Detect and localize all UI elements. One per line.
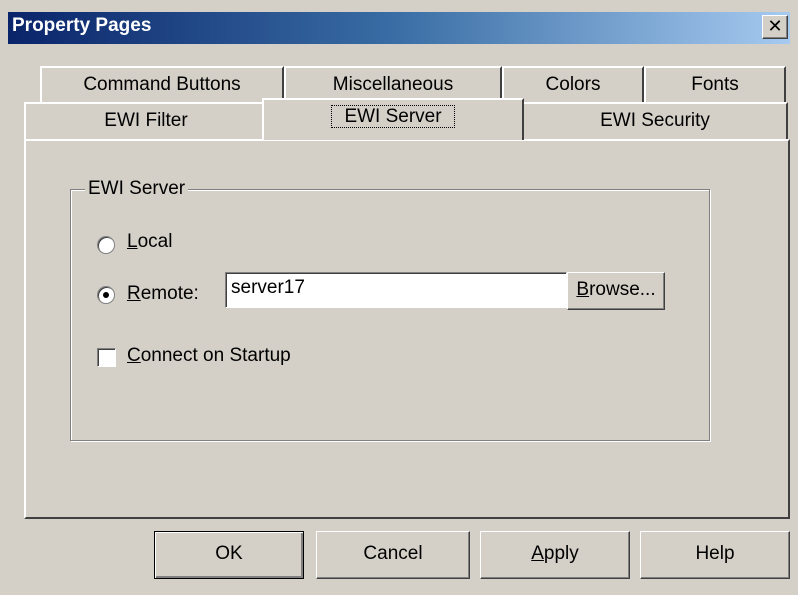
close-button[interactable]: ✕ (762, 15, 788, 39)
label-rest: rowse... (589, 279, 656, 300)
window-title: Property Pages (12, 15, 152, 36)
tab-label: EWI Security (600, 110, 710, 131)
tab-command-buttons[interactable]: Command Buttons (40, 66, 284, 104)
tab-label: Colors (545, 74, 601, 95)
tab-label: EWI Filter (104, 110, 188, 131)
label-rest: onnect on Startup (140, 345, 291, 366)
tab-label: Command Buttons (83, 74, 241, 95)
apply-button[interactable]: Apply (480, 531, 630, 579)
title-bar[interactable]: Property Pages ✕ (8, 12, 790, 44)
remote-label[interactable]: Remote: (127, 283, 199, 305)
browse-button[interactable]: Browse... (567, 272, 665, 310)
local-radio[interactable] (97, 236, 115, 254)
mnemonic: R (127, 283, 141, 304)
label-rest: emote: (140, 283, 199, 304)
ewi-server-groupbox: EWI Server Local Remote: server17 Browse… (70, 178, 710, 441)
connect-on-startup-checkbox[interactable] (97, 348, 116, 367)
remote-radio[interactable] (97, 286, 115, 304)
local-label[interactable]: Local (127, 231, 172, 253)
mnemonic: C (127, 345, 141, 366)
connect-on-startup-label[interactable]: Connect on Startup (127, 345, 291, 367)
tab-ewi-filter[interactable]: EWI Filter (24, 102, 268, 140)
remote-server-input[interactable]: server17 (225, 272, 567, 308)
cancel-button[interactable]: Cancel (316, 531, 470, 579)
tab-label: Miscellaneous (332, 74, 454, 95)
tab-ewi-security[interactable]: EWI Security (522, 102, 788, 140)
label-rest: pply (543, 543, 579, 564)
tab-label: Fonts (691, 74, 739, 95)
property-pages-dialog: Property Pages ✕ Command Buttons Miscell… (0, 0, 798, 595)
close-icon: ✕ (767, 16, 783, 36)
radio-selected-dot (103, 292, 109, 298)
mnemonic: A (531, 543, 544, 564)
tab-fonts[interactable]: Fonts (644, 66, 786, 104)
label-rest: ocal (137, 231, 173, 252)
tab-ewi-server[interactable]: EWI Server (262, 98, 524, 140)
tab-label: EWI Server (331, 105, 455, 128)
mnemonic: L (127, 231, 138, 252)
mnemonic: B (576, 279, 590, 300)
tab-panel-ewi-server: EWI Server Local Remote: server17 Browse… (24, 139, 790, 519)
help-button[interactable]: Help (640, 531, 790, 579)
ok-button[interactable]: OK (154, 531, 304, 579)
groupbox-title: EWI Server (85, 178, 189, 200)
